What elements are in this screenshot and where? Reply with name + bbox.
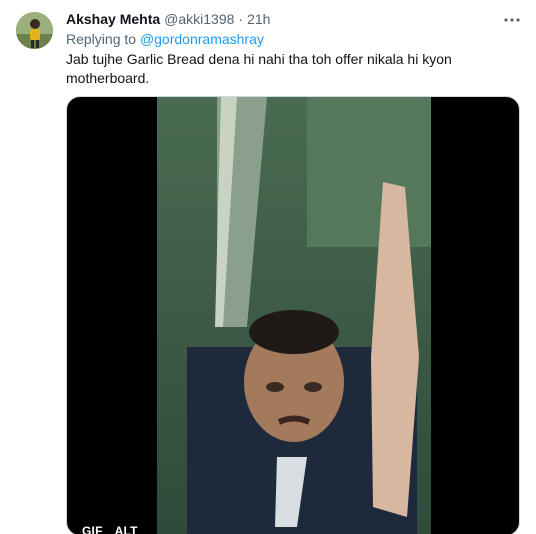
gif-media[interactable]: GIF ALT [66,96,520,534]
replying-to-link[interactable]: @gordonramashray [140,31,264,47]
replying-to-label: Replying to [66,31,137,47]
display-name[interactable]: Akshay Mehta [66,11,160,27]
tweet-text: Jab tujhe Garlic Bread dena hi nahi tha … [66,51,452,86]
tweet[interactable]: Akshay Mehta @akki1398 · 21h Replying to… [0,0,536,534]
more-button[interactable] [500,8,524,28]
replying-to: Replying to @gordonramashray [66,31,264,47]
more-horizontal-icon [504,9,520,27]
avatar[interactable] [16,12,53,49]
media-badges: GIF ALT [79,523,141,534]
gif-badge: GIF [79,523,106,534]
separator-dot: · [238,11,244,27]
timestamp[interactable]: 21h [247,11,270,27]
gif-frame [157,97,431,534]
user-handle[interactable]: @akki1398 [164,11,234,27]
alt-badge[interactable]: ALT [111,523,141,534]
tweet-header: Akshay Mehta @akki1398 · 21h [66,10,270,28]
